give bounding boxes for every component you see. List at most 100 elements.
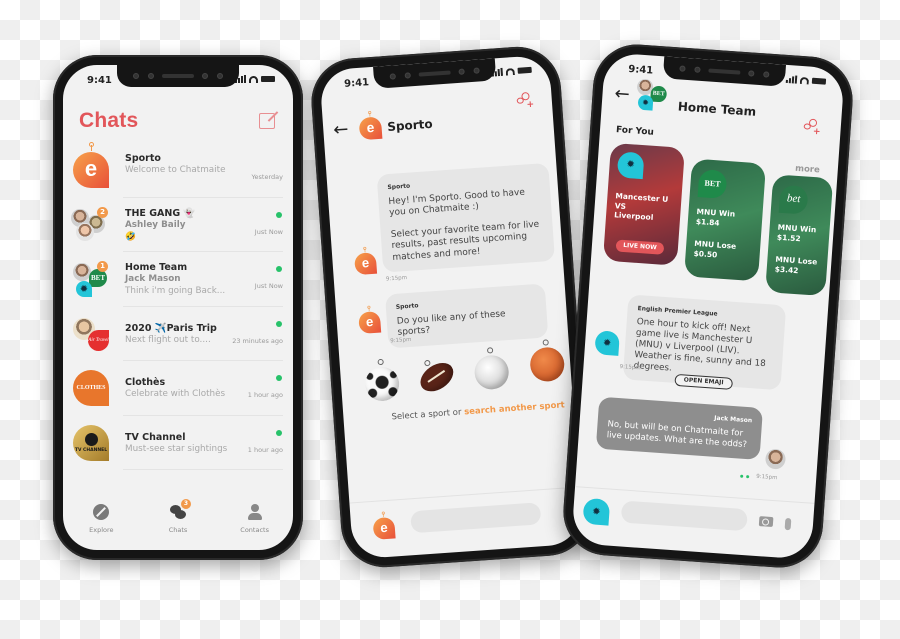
tab-label: Explore [89,526,114,534]
avatar-group: 2 [71,206,109,243]
microphone-icon[interactable] [784,517,792,531]
bet-card[interactable]: bet MNU Win $1.52 MNU Lose $3.42 [765,174,834,297]
basketball-option[interactable] [529,346,566,383]
sporto-logo-icon: e [372,516,396,540]
card-odds-lose: MNU Lose $0.50 [693,238,737,260]
chat-item-tv-channel[interactable]: TV CHANNEL TV Channel Must-see star sigh… [63,416,293,470]
back-arrow-icon[interactable]: ← [333,119,350,141]
chat-preview: Welcome to Chatmaite [125,165,226,175]
chat-item-paris-trip[interactable]: Air Travel 2020 ✈️Paris Trip Next flight… [63,307,293,361]
chat-name: TV Channel [125,431,186,443]
chat-item-sporto[interactable]: e Sporto Welcome to Chatmaite Yesterday [63,142,293,198]
tv-channel-logo-icon: TV CHANNEL [73,424,109,461]
unread-badge: 2 [97,206,108,218]
online-indicator [276,429,282,436]
status-time: 9:41 [87,75,112,86]
wifi-icon [799,76,810,84]
phone-sporto-chat: 9:41 ← e Sporto Sporto Hey! I'm Sporto. … [308,43,594,571]
person-icon [247,504,263,520]
chat-title: Home Team [677,99,757,119]
chat-preview: Celebrate with Clothès [125,389,226,399]
chat-list: e Sporto Welcome to Chatmaite Yesterday … [63,142,293,470]
tab-explore[interactable]: Explore [71,504,131,550]
match-card[interactable]: ✹ Mancester U VS Liverpool LIVE NOW [602,142,685,266]
add-member-icon[interactable] [802,118,819,135]
chat-preview: 🤣 [125,231,136,242]
avatar: e [73,142,109,188]
clothes-logo-icon: CLOTHES [73,370,109,406]
american-football-option[interactable] [415,357,459,398]
chat-item-the-gang[interactable]: 2 THE GANG 👻 Ashley Baily 🤣 Just Now [63,198,293,252]
chat-name: 2020 ✈️Paris Trip [125,322,217,334]
tiger-logo-icon: ✹ [637,94,654,111]
phone-home-team-chat: 9:41 ← BET ✹ Home Team For You more ✹ Ma… [560,41,856,571]
card-text: Mancester U VS Liverpool [613,191,669,222]
bet-card[interactable]: BET MNU Win $1.84 MNU Lose $0.50 [684,158,767,282]
message-bubble: Sporto Hey! I'm Sporto. Good to have you… [376,162,556,273]
tiger-avatar-icon: ✹ [582,497,611,526]
avatar-group: BET ✹ 1 [73,261,109,297]
card-odds-win: MNU Win $1.84 [695,206,736,228]
tab-label: Contacts [240,526,269,534]
chat-preview: Next flight out to.... [125,334,211,345]
sporto-logo-icon: e [73,142,109,188]
avatar-group: Air Travel [73,316,109,352]
message-text: One hour to kick off! Next game live is … [633,317,767,374]
sporto-logo-icon: e [358,116,383,141]
avatar: TV CHANNEL [73,424,109,461]
battery-icon [517,66,532,74]
card-odds-win: MNU Win $1.52 [776,222,817,243]
wifi-icon [505,67,515,76]
live-now-button[interactable]: LIVE NOW [615,239,665,255]
chat-name: Home Team [125,262,188,273]
select-sport-prompt: Select a sport or search another sport [391,400,565,423]
chat-name: Sporto [125,153,161,164]
volleyball-option[interactable] [473,354,510,391]
tab-bar: Explore 3 Chats Contacts [63,490,293,550]
tab-contacts[interactable]: Contacts [225,504,285,550]
back-arrow-icon[interactable]: ← [614,83,631,105]
sporto-avatar: e [354,252,378,276]
chat-item-clothes[interactable]: CLOTHES Clothès Celebrate with Clothès 1… [63,361,293,416]
soccer-ball-option[interactable] [364,365,401,403]
notch [117,65,239,87]
divider [575,486,815,504]
sporto-avatar: e [358,310,382,335]
message-time: 9:15pm [755,473,778,482]
add-member-icon[interactable] [515,92,532,109]
message-bubble-outgoing: Jack Mason No, but will be on Chatmaite … [595,396,764,460]
compose-icon[interactable] [259,113,275,129]
divider [349,486,579,504]
message-time: 9:15pm [619,363,641,372]
play-icon [84,432,98,446]
avatar: CLOTHES [73,370,109,406]
bet-logo-icon: BET [697,169,728,199]
avatar-photo [76,222,94,241]
tab-chats[interactable]: 3 Chats [148,499,208,550]
tiger-logo-icon: ✹ [76,281,92,297]
tiger-avatar-icon: ✹ [594,330,620,356]
read-receipt-icon [746,475,750,479]
chat-sender: Ashley Baily [125,219,186,230]
tiger-logo-icon: ✹ [616,151,645,180]
chat-item-home-team[interactable]: BET ✹ 1 Home Team Jack Mason Think i'm g… [63,252,293,307]
more-link[interactable]: more [795,164,820,176]
page-title: Chats [79,109,139,132]
message-input[interactable] [620,500,748,532]
chat-time: Just Now [254,227,283,236]
message-text: Select your favorite team for live resul… [390,219,540,263]
message-input[interactable] [410,502,542,534]
signal-icon [785,75,798,84]
tab-label: Chats [168,526,188,534]
message-time: 9:15pm [385,275,408,283]
phone-chats: 9:41 Chats e Sporto Welcome to Chatmaite… [53,55,303,560]
group-avatar: BET ✹ [635,78,671,115]
chat-bubbles-icon: 3 [169,499,191,520]
camera-icon[interactable] [758,516,774,528]
search-another-sport-link[interactable]: search another sport [464,400,565,417]
status-time: 9:41 [627,63,654,77]
card-odds-lose: MNU Lose $3.42 [774,254,818,275]
battery-icon [261,76,275,82]
notch [662,56,787,87]
chat-time: 23 minutes ago [232,336,283,345]
